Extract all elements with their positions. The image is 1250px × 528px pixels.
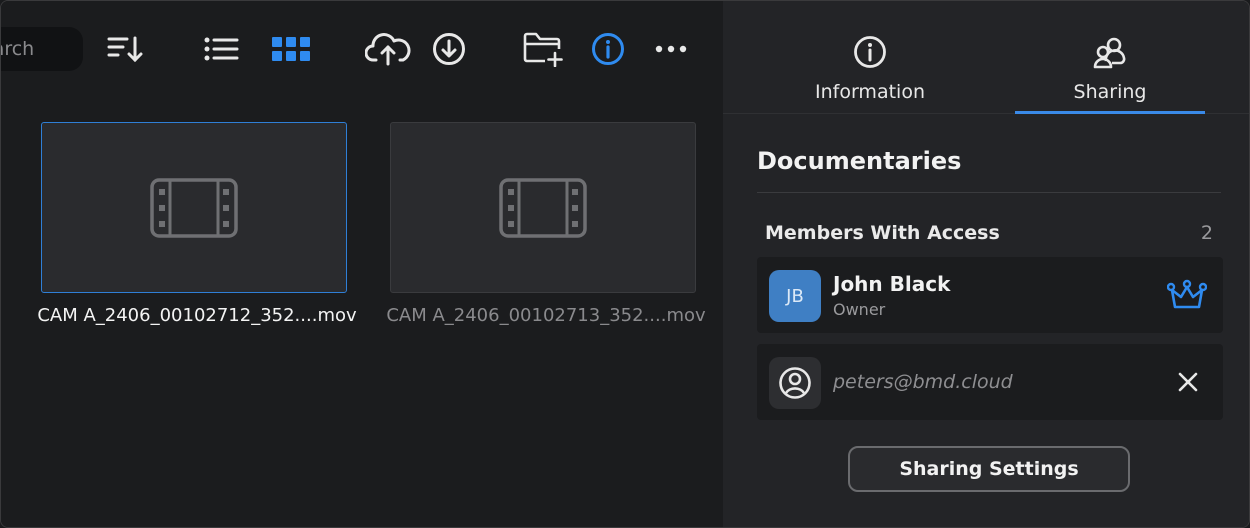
info-button[interactable] [588, 29, 628, 69]
tab-sharing[interactable]: Sharing [1015, 1, 1205, 114]
avatar: JB [769, 270, 821, 322]
sharing-settings-button[interactable]: Sharing Settings [848, 446, 1130, 492]
invitee-email: peters@bmd.cloud [833, 371, 1013, 393]
file-tile[interactable] [390, 122, 696, 293]
sharing-panel: Information Sharing Documentaries Member… [723, 1, 1249, 527]
list-view-button[interactable] [201, 29, 241, 69]
member-role: Owner [833, 300, 886, 319]
members-heading: Members With Access [765, 222, 1000, 244]
info-icon [592, 33, 624, 65]
film-icon [499, 177, 587, 238]
download-icon [433, 33, 465, 65]
tab-information[interactable]: Information [775, 1, 965, 113]
tab-sharing-label: Sharing [1073, 81, 1147, 103]
new-folder-icon [523, 32, 563, 67]
more-button[interactable] [651, 29, 691, 69]
file-name[interactable]: CAM A_2406_00102713_352....mov [386, 305, 706, 326]
search-input-text: earch [1, 38, 35, 60]
sort-descending-icon [107, 36, 143, 63]
cloud-upload-icon [365, 33, 411, 66]
app-window: earch [0, 0, 1250, 528]
invitee-avatar [769, 357, 821, 409]
member-name: John Black [833, 272, 951, 296]
grid-view-button[interactable] [271, 29, 311, 69]
people-icon [1093, 37, 1126, 69]
toolbar: earch [1, 1, 723, 97]
search-input[interactable]: earch [1, 27, 83, 71]
upload-button[interactable] [365, 29, 411, 69]
panel-tabs: Information Sharing [723, 1, 1249, 114]
file-tile[interactable] [41, 122, 347, 293]
file-name[interactable]: CAM A_2406_00102712_352....mov [37, 305, 357, 326]
grid-view-icon [272, 37, 310, 61]
list-view-icon [204, 37, 239, 61]
crown-icon [1167, 279, 1207, 309]
tab-information-label: Information [815, 81, 925, 103]
user-circle-icon [779, 367, 811, 399]
close-icon[interactable] [1177, 371, 1199, 393]
more-icon [655, 45, 687, 53]
download-button[interactable] [429, 29, 469, 69]
folder-title: Documentaries [757, 147, 962, 175]
info-icon [854, 36, 886, 68]
invitee-row[interactable]: peters@bmd.cloud [757, 344, 1223, 420]
sort-button[interactable] [105, 29, 145, 69]
film-icon [150, 177, 238, 238]
members-count: 2 [1200, 222, 1213, 244]
divider [757, 192, 1221, 193]
member-row[interactable]: JB John Black Owner [757, 257, 1223, 333]
new-folder-button[interactable] [523, 29, 563, 69]
media-browser: earch [1, 1, 723, 527]
